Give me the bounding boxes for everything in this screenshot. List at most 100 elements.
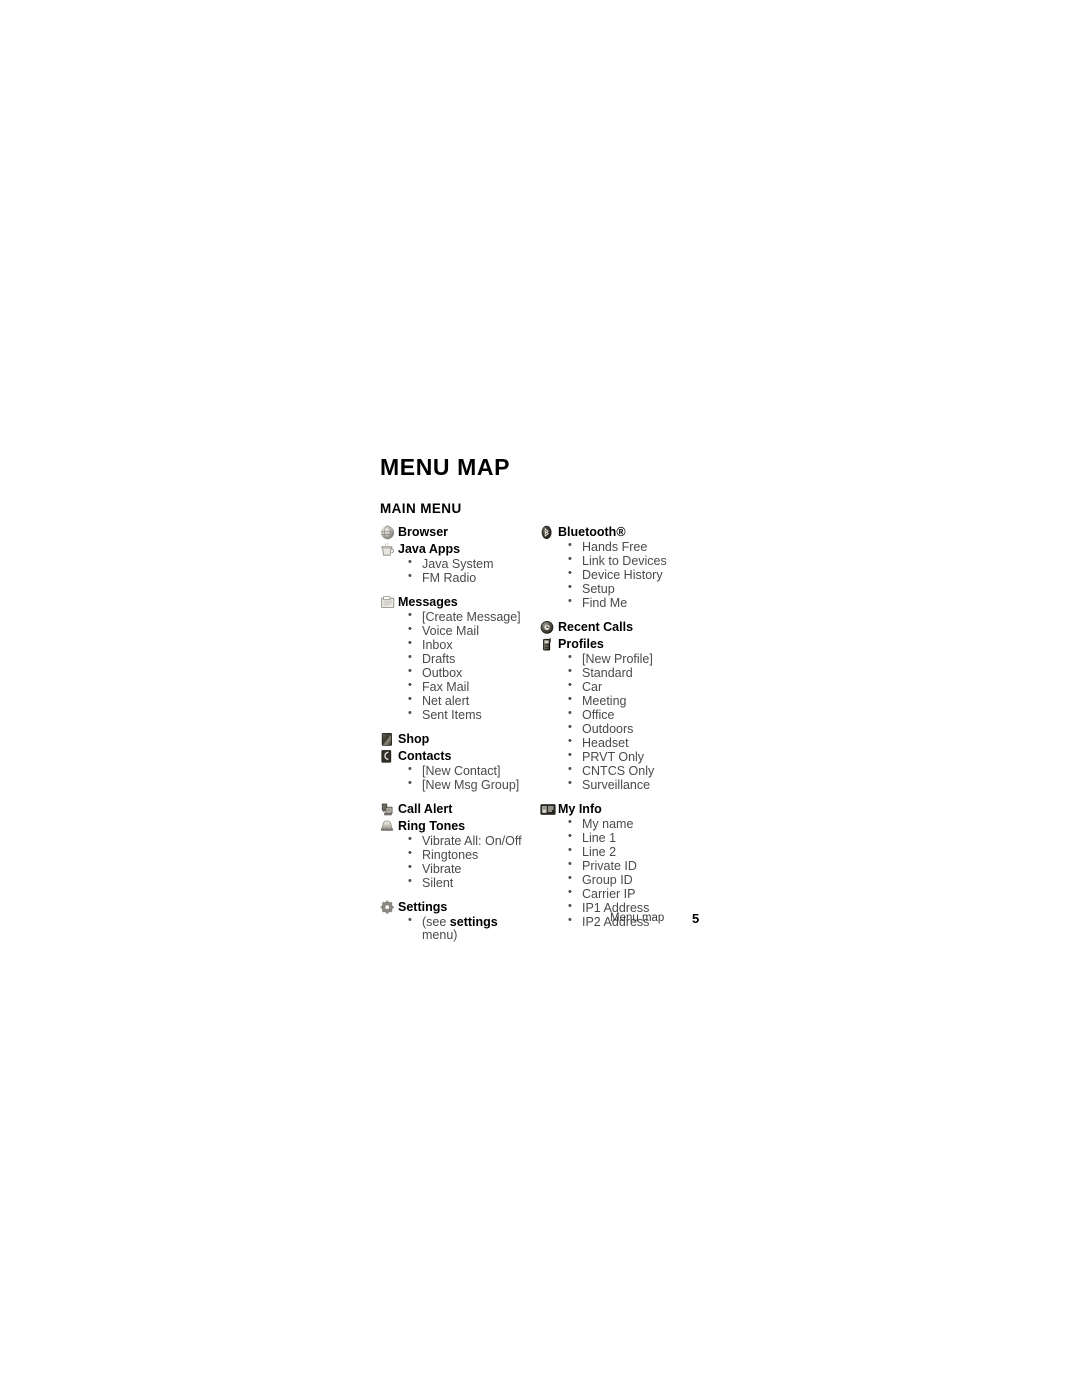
note-suffix: menu) <box>422 927 458 942</box>
menu-group-label: Bluetooth® <box>558 525 626 540</box>
menu-group-header[interactable]: Shop <box>380 732 540 747</box>
menu-sub-item[interactable]: Surveillance <box>568 778 700 793</box>
menu-map-content: MENU MAP MAIN MENU Browser Java AppsJava … <box>380 454 730 941</box>
menu-sub-item[interactable]: Drafts <box>408 652 540 667</box>
menu-group: Shop <box>380 732 540 747</box>
menu-sub-item[interactable]: Silent <box>408 876 540 891</box>
menu-group-header[interactable]: Settings <box>380 900 540 915</box>
bell-icon <box>380 819 397 834</box>
menu-sub-list: [New Contact][New Msg Group] <box>380 764 540 793</box>
menu-sub-item[interactable]: PRVT Only <box>568 750 700 765</box>
menu-group: My InfoMy nameLine 1Line 2Private IDGrou… <box>540 802 700 930</box>
menu-sub-item[interactable]: [Create Message] <box>408 610 540 625</box>
menu-group-label: Shop <box>398 732 430 747</box>
menu-group-header[interactable]: Browser <box>380 525 540 540</box>
menu-group-header[interactable]: Bluetooth® <box>540 525 700 540</box>
menu-group: Messages[Create Message]Voice MailInboxD… <box>380 595 540 723</box>
menu-group-header[interactable]: Contacts <box>380 749 540 764</box>
menu-group-label: Recent Calls <box>558 620 634 635</box>
menu-columns: Browser Java AppsJava SystemFM Radio Messa… <box>380 525 730 941</box>
menu-sub-item[interactable]: Outdoors <box>568 722 700 737</box>
recent-calls-icon <box>540 620 557 635</box>
menu-sub-item[interactable]: CNTCS Only <box>568 764 700 779</box>
menu-column-right: Bluetooth®Hands FreeLink to DevicesDevic… <box>540 525 700 939</box>
menu-group-label: Browser <box>398 525 449 540</box>
section-title-main-menu: MAIN MENU <box>380 501 462 517</box>
menu-group-header[interactable]: Recent Calls <box>540 620 700 635</box>
footer-page-number: 5 <box>692 911 700 926</box>
menu-sub-item[interactable]: Vibrate <box>408 862 540 877</box>
menu-sub-item[interactable]: Voice Mail <box>408 624 540 639</box>
bluetooth-icon <box>540 525 557 540</box>
menu-sub-item[interactable]: [New Profile] <box>568 652 700 667</box>
menu-sub-item[interactable]: Sent Items <box>408 708 540 723</box>
menu-group-label: Call Alert <box>398 802 453 817</box>
menu-sub-item[interactable]: [New Contact] <box>408 764 540 779</box>
menu-sub-item[interactable]: Find Me <box>568 596 700 611</box>
menu-group: Browser <box>380 525 540 540</box>
menu-group: Java AppsJava SystemFM Radio <box>380 542 540 586</box>
gear-icon <box>380 900 397 915</box>
menu-sub-item[interactable]: [New Msg Group] <box>408 778 540 793</box>
menu-sub-list: Vibrate All: On/OffRingtonesVibrateSilen… <box>380 834 540 891</box>
menu-sub-item[interactable]: Headset <box>568 736 700 751</box>
menu-group: Settings(see settingsmenu) <box>380 900 540 943</box>
menu-sub-item[interactable]: FM Radio <box>408 571 540 586</box>
menu-sub-item[interactable]: Device History <box>568 568 700 583</box>
menu-sub-item[interactable]: Setup <box>568 582 700 597</box>
menu-group-label: My Info <box>558 802 602 817</box>
menu-sub-item-note[interactable]: (see settingsmenu) <box>408 915 540 943</box>
menu-sub-item[interactable]: Meeting <box>568 694 700 709</box>
menu-group: Call Alert <box>380 802 540 817</box>
menu-sub-item[interactable]: Outbox <box>408 666 540 681</box>
menu-sub-item[interactable]: Fax Mail <box>408 680 540 695</box>
shopping-bag-icon <box>380 732 397 747</box>
menu-group-header[interactable]: Call Alert <box>380 802 540 817</box>
profiles-phone-icon <box>540 637 557 652</box>
menu-sub-item[interactable]: Group ID <box>568 873 700 888</box>
menu-sub-item[interactable]: Line 2 <box>568 845 700 860</box>
envelope-icon <box>380 595 397 610</box>
menu-sub-item[interactable]: Private ID <box>568 859 700 874</box>
menu-group-header[interactable]: Java Apps <box>380 542 540 557</box>
menu-sub-list: [Create Message]Voice MailInboxDraftsOut… <box>380 610 540 723</box>
menu-sub-item[interactable]: Net alert <box>408 694 540 709</box>
menu-sub-list: Java SystemFM Radio <box>380 557 540 586</box>
menu-sub-item[interactable]: Inbox <box>408 638 540 653</box>
menu-group-label: Ring Tones <box>398 819 466 834</box>
menu-group: Contacts[New Contact][New Msg Group] <box>380 749 540 793</box>
coffee-cup-icon <box>380 542 397 557</box>
footer-label: Menu map <box>610 912 665 924</box>
menu-group-header[interactable]: Messages <box>380 595 540 610</box>
contacts-card-icon <box>380 749 397 764</box>
menu-sub-item[interactable]: Office <box>568 708 700 723</box>
menu-group-label: Contacts <box>398 749 452 764</box>
menu-group: Bluetooth®Hands FreeLink to DevicesDevic… <box>540 525 700 611</box>
menu-sub-list: (see settingsmenu) <box>380 915 540 943</box>
menu-sub-item[interactable]: Hands Free <box>568 540 700 555</box>
menu-sub-item[interactable]: Standard <box>568 666 700 681</box>
page-title: MENU MAP <box>380 454 511 480</box>
menu-group-header[interactable]: Profiles <box>540 637 700 652</box>
menu-group-header[interactable]: My Info <box>540 802 700 817</box>
call-alert-icon <box>380 802 397 817</box>
menu-group-label: Messages <box>398 595 458 610</box>
menu-group: Recent Calls <box>540 620 700 635</box>
menu-sub-list: [New Profile]StandardCarMeetingOfficeOut… <box>540 652 700 793</box>
menu-sub-list: Hands FreeLink to DevicesDevice HistoryS… <box>540 540 700 611</box>
menu-sub-item[interactable]: Vibrate All: On/Off <box>408 834 540 849</box>
menu-sub-item[interactable]: Link to Devices <box>568 554 700 569</box>
menu-group-label: Profiles <box>558 637 604 652</box>
document-page: MENU MAP MAIN MENU Browser Java AppsJava … <box>0 0 1080 1397</box>
menu-sub-item[interactable]: My name <box>568 817 700 832</box>
globe-icon <box>380 525 397 540</box>
menu-sub-item[interactable]: Java System <box>408 557 540 572</box>
menu-sub-item[interactable]: Carrier IP <box>568 887 700 902</box>
menu-sub-item[interactable]: Car <box>568 680 700 695</box>
id-card-icon <box>540 802 557 817</box>
menu-group-header[interactable]: Ring Tones <box>380 819 540 834</box>
menu-sub-item[interactable]: Ringtones <box>408 848 540 863</box>
menu-group-label: Java Apps <box>398 542 461 557</box>
menu-sub-item[interactable]: Line 1 <box>568 831 700 846</box>
menu-group: Profiles[New Profile]StandardCarMeetingO… <box>540 637 700 793</box>
